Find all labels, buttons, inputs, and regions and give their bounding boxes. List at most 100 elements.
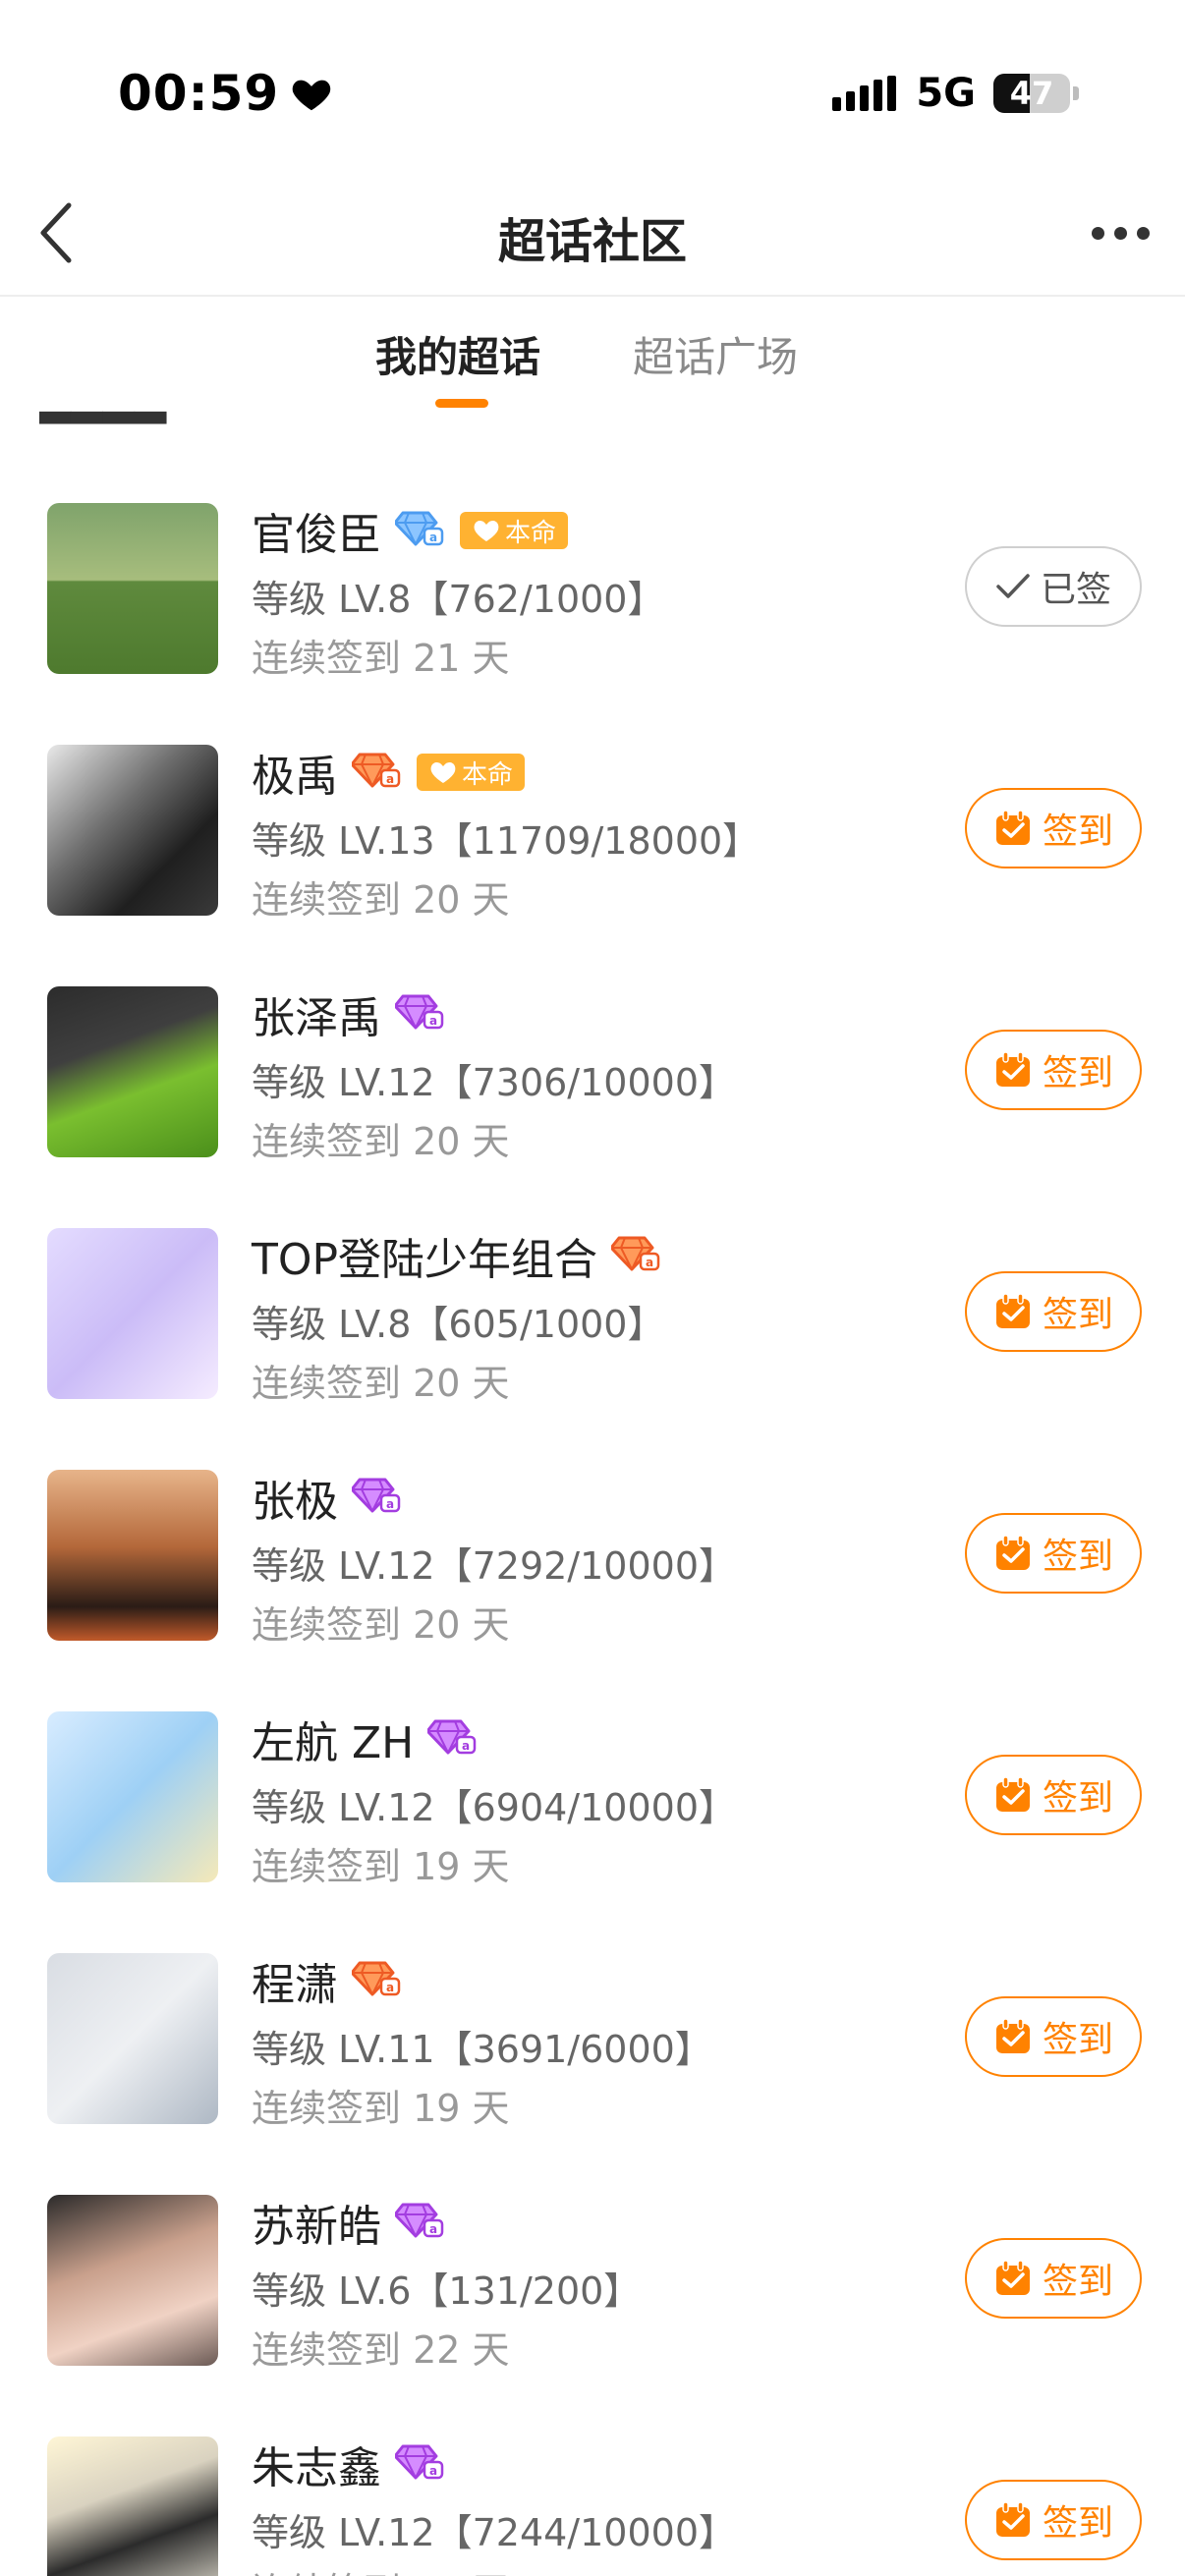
avatar[interactable] [47,1470,218,1641]
level-text: 等级 LV.12【7244/10000】 [252,2511,736,2554]
level-text: 等级 LV.12【6904/10000】 [252,1786,736,1829]
button-label: 签到 [1042,2020,1113,2060]
supertopic-info: 左航 ZH a 等级 LV.12【6904/10000】 连续签到 19 天 [252,1700,939,1896]
check-in-button[interactable]: 签到 [965,1271,1142,1352]
heart-icon [292,80,331,111]
cellular-signal-icon [832,76,897,111]
purple-diamond-icon: a [414,1717,477,1761]
avatar[interactable] [47,2436,218,2576]
supertopic-row[interactable]: 左航 ZH a 等级 LV.12【6904/10000】 连续签到 19 天 签到 [0,1700,1185,1941]
supertopic-info: 张极 a 等级 LV.12【7292/10000】 连续签到 20 天 [252,1458,939,1654]
name-line: 苏新皓 a [252,2183,939,2262]
streak-text: 连续签到 19 天 [252,2562,939,2576]
avatar[interactable] [47,986,218,1157]
svg-text:a: a [429,531,437,544]
supertopic-name[interactable]: TOP登陆少年组合 [252,1224,597,1287]
heart-icon [474,521,499,541]
svg-text:a: a [462,1739,470,1753]
check-in-button[interactable]: 签到 [965,2480,1142,2560]
button-label: 签到 [1042,1537,1113,1577]
streak-text: 连续签到 19 天 [252,1845,510,1888]
heart-icon [430,762,456,783]
check-in-button[interactable]: 签到 [965,2238,1142,2319]
benming-badge-label: 本命 [505,518,557,548]
level-text: 等级 LV.6【131/200】 [252,2269,642,2313]
avatar[interactable] [47,503,218,674]
supertopic-row[interactable]: 程潇 a 等级 LV.11【3691/6000】 连续签到 19 天 签到 [0,1941,1185,2183]
more-options-button[interactable] [1073,200,1167,265]
more-dot-icon [1091,226,1104,240]
status-time: 00:59 [118,65,334,122]
check-in-button[interactable]: 签到 [965,1996,1142,2077]
supertopic-info: 程潇 a 等级 LV.11【3691/6000】 连续签到 19 天 [252,1941,939,2138]
button-label: 签到 [1042,2503,1113,2544]
avatar[interactable] [47,1953,218,2124]
section-header-cut: ▂▂▂▂ ˙ ˙ [39,401,1150,426]
check-in-button[interactable]: 签到 [965,788,1142,868]
name-line: 左航 ZH a [252,1700,939,1778]
supertopic-name[interactable]: 官俊臣 [252,499,381,562]
button-label: 签到 [1042,812,1113,852]
avatar[interactable] [47,1711,218,1882]
calendar-check-icon [995,2260,1030,2295]
battery-tip [1073,86,1079,100]
signed-button[interactable]: 已签 [965,546,1142,627]
orange-diamond-icon: a [597,1234,660,1277]
tab-bar: 我的超话 超话广场 [0,297,1185,415]
name-line: 张极 a [252,1458,939,1537]
calendar-check-icon [995,2018,1030,2053]
level-text: 等级 LV.12【7306/10000】 [252,1061,736,1104]
name-line: 朱志鑫 a [252,2425,939,2503]
supertopic-row[interactable]: 张极 a 等级 LV.12【7292/10000】 连续签到 20 天 签到 [0,1458,1185,1700]
button-label: 已签 [1040,570,1111,610]
name-line: 官俊臣 a 本命 [252,491,939,570]
streak-text: 连续签到 22 天 [252,2328,510,2372]
section-header-fragment: ▂▂▂▂ [39,401,166,423]
supertopic-info: 张泽禹 a 等级 LV.12【7306/10000】 连续签到 20 天 [252,975,939,1171]
supertopic-info: 苏新皓 a 等级 LV.6【131/200】 连续签到 22 天 [252,2183,939,2380]
tab-my-supertopics[interactable]: 我的超话 [375,324,540,384]
orange-diamond-icon: a [338,751,401,794]
purple-diamond-icon: a [338,1476,401,1519]
battery-percent: 47 [1009,75,1054,112]
calendar-check-icon [995,1535,1030,1570]
supertopic-name[interactable]: 极禹 [252,741,338,804]
supertopic-name[interactable]: 朱志鑫 [252,2433,381,2495]
supertopic-row[interactable]: 苏新皓 a 等级 LV.6【131/200】 连续签到 22 天 签到 [0,2183,1185,2425]
supertopic-row[interactable]: 官俊臣 a 本命 等级 LV.8【762/1000】 连续签到 21 天 已签 [0,491,1185,733]
clock-text: 00:59 [118,65,280,122]
button-label: 签到 [1042,1295,1113,1335]
supertopic-row[interactable]: 朱志鑫 a 等级 LV.12【7244/10000】连续签到 19 天 签到 [0,2425,1185,2576]
calendar-check-icon [995,810,1030,845]
svg-text:a: a [386,1981,394,1994]
calendar-check-icon [995,1293,1030,1328]
supertopic-name[interactable]: 程潇 [252,1949,338,2012]
supertopic-name[interactable]: 左航 ZH [252,1708,414,1770]
benming-badge-label: 本命 [462,759,514,790]
button-label: 签到 [1042,1053,1113,1093]
streak-text: 连续签到 20 天 [252,1603,510,1647]
purple-diamond-icon: a [381,992,444,1036]
avatar[interactable] [47,745,218,916]
supertopic-row[interactable]: 极禹 a 本命 等级 LV.13【11709/18000】 连续签到 20 天 签到 [0,733,1185,975]
avatar[interactable] [47,1228,218,1399]
check-in-button[interactable]: 签到 [965,1030,1142,1110]
avatar[interactable] [47,2195,218,2366]
supertopic-info: TOP登陆少年组合 a 等级 LV.8【605/1000】 连续签到 20 天 [252,1216,939,1413]
section-link-fragment[interactable]: ˙ ˙ [1100,401,1150,420]
calendar-check-icon [995,2501,1030,2537]
supertopic-row[interactable]: 张泽禹 a 等级 LV.12【7306/10000】 连续签到 20 天 签到 [0,975,1185,1216]
supertopic-row[interactable]: TOP登陆少年组合 a 等级 LV.8【605/1000】 连续签到 20 天 签到 [0,1216,1185,1458]
more-dot-icon [1136,226,1150,240]
check-in-button[interactable]: 签到 [965,1755,1142,1835]
page-title: 超话社区 [497,214,687,269]
check-in-button[interactable]: 签到 [965,1513,1142,1594]
calendar-check-icon [995,1776,1030,1812]
supertopic-name[interactable]: 张极 [252,1466,338,1529]
supertopic-name[interactable]: 张泽禹 [252,982,381,1045]
button-label: 签到 [1042,2262,1113,2302]
supertopic-name[interactable]: 苏新皓 [252,2191,381,2254]
checkmark-icon [996,574,1030,598]
tab-supertopic-square[interactable]: 超话广场 [633,324,798,384]
name-line: 极禹 a 本命 [252,733,939,812]
